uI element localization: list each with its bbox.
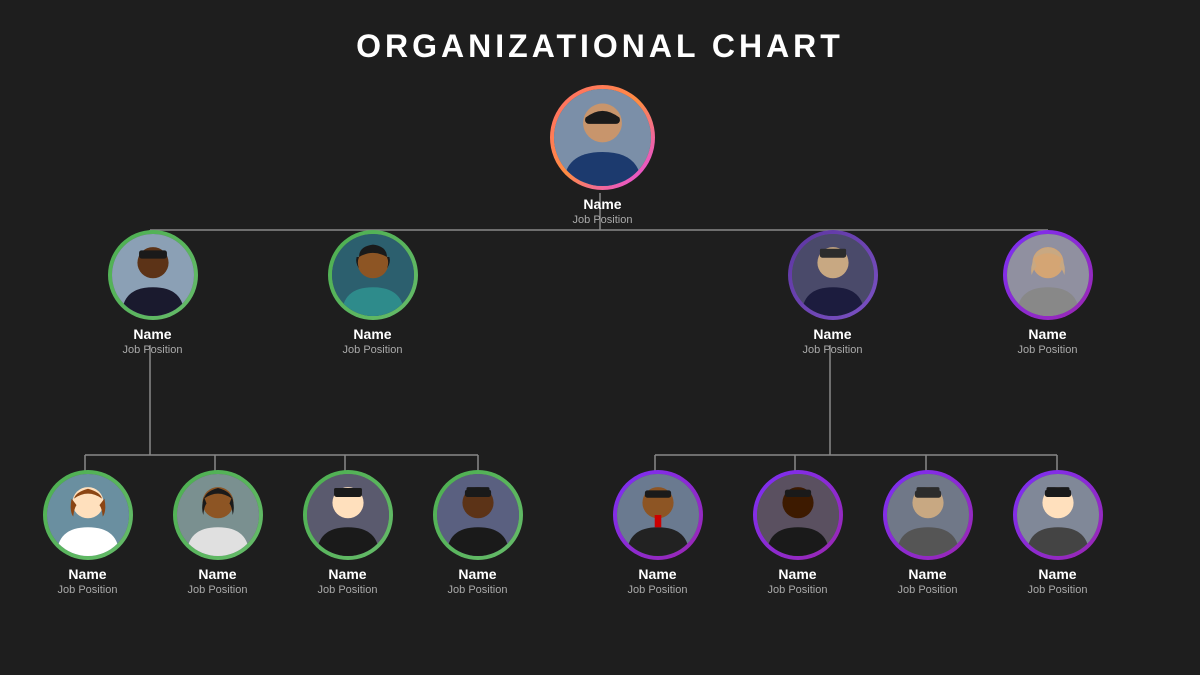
node-n12-position: Job Position — [1028, 584, 1088, 596]
node-n12-name: Name — [1038, 566, 1076, 582]
org-chart: Name Job Position Name Job Position — [0, 75, 1200, 670]
node-n12: Name Job Position — [1000, 470, 1115, 596]
avatar-ring-n12 — [1013, 470, 1103, 560]
node-n2: Name Job Position — [315, 230, 430, 356]
avatar-ring-n9 — [613, 470, 703, 560]
node-n4-name: Name — [1028, 326, 1066, 342]
node-n5: Name Job Position — [30, 470, 145, 596]
node-root-name: Name — [583, 196, 621, 212]
avatar-n7 — [307, 474, 389, 556]
node-n2-name: Name — [353, 326, 391, 342]
node-n4: Name Job Position — [990, 230, 1105, 356]
node-n1-position: Job Position — [123, 344, 183, 356]
node-n9-position: Job Position — [628, 584, 688, 596]
avatar-ring-n8 — [433, 470, 523, 560]
avatar-n5 — [47, 474, 129, 556]
avatar-n2 — [332, 234, 414, 316]
node-n8: Name Job Position — [420, 470, 535, 596]
avatar-ring-n1 — [108, 230, 198, 320]
avatar-n8 — [437, 474, 519, 556]
node-root-position: Job Position — [573, 214, 633, 226]
node-n5-name: Name — [68, 566, 106, 582]
node-n6-position: Job Position — [188, 584, 248, 596]
avatar-ring-n11 — [883, 470, 973, 560]
avatar-ring-n6 — [173, 470, 263, 560]
avatar-ring-n7 — [303, 470, 393, 560]
node-n3-name: Name — [813, 326, 851, 342]
avatar-ring-n10 — [753, 470, 843, 560]
node-n7-name: Name — [328, 566, 366, 582]
node-n6: Name Job Position — [160, 470, 275, 596]
node-n10-name: Name — [778, 566, 816, 582]
node-n4-position: Job Position — [1018, 344, 1078, 356]
node-n5-position: Job Position — [58, 584, 118, 596]
avatar-ring-root — [550, 85, 655, 190]
avatar-n12 — [1017, 474, 1099, 556]
page-title: ORGANIZATIONAL CHART — [0, 0, 1200, 75]
avatar-n4 — [1007, 234, 1089, 316]
node-n6-name: Name — [198, 566, 236, 582]
node-n8-position: Job Position — [448, 584, 508, 596]
avatar-ring-n2 — [328, 230, 418, 320]
node-n1-name: Name — [133, 326, 171, 342]
node-n1: Name Job Position — [95, 230, 210, 356]
node-n11-name: Name — [908, 566, 946, 582]
node-n10-position: Job Position — [768, 584, 828, 596]
node-n3-position: Job Position — [803, 344, 863, 356]
node-n8-name: Name — [458, 566, 496, 582]
avatar-n11 — [887, 474, 969, 556]
avatar-n3 — [792, 234, 874, 316]
avatar-root — [554, 89, 651, 186]
node-n11-position: Job Position — [898, 584, 958, 596]
avatar-n10 — [757, 474, 839, 556]
avatar-ring-n3 — [788, 230, 878, 320]
avatar-n6 — [177, 474, 259, 556]
avatar-ring-n5 — [43, 470, 133, 560]
node-n2-position: Job Position — [343, 344, 403, 356]
node-root: Name Job Position — [545, 85, 660, 226]
avatar-n9 — [617, 474, 699, 556]
node-n9: Name Job Position — [600, 470, 715, 596]
node-n9-name: Name — [638, 566, 676, 582]
node-n11: Name Job Position — [870, 470, 985, 596]
avatar-n1 — [112, 234, 194, 316]
node-n7-position: Job Position — [318, 584, 378, 596]
node-n3: Name Job Position — [775, 230, 890, 356]
avatar-ring-n4 — [1003, 230, 1093, 320]
node-n7: Name Job Position — [290, 470, 405, 596]
node-n10: Name Job Position — [740, 470, 855, 596]
